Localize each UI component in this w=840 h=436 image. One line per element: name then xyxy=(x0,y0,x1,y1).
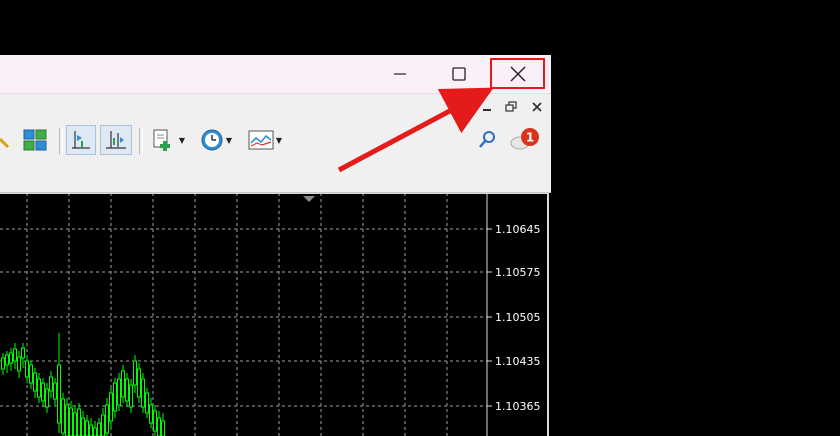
chevron-down-icon: ▼ xyxy=(225,135,233,145)
autoscroll-button[interactable] xyxy=(100,125,132,155)
indicators-button[interactable]: ▼ xyxy=(148,125,188,155)
mdi-minimize-button[interactable] xyxy=(478,98,496,116)
clock-icon xyxy=(201,129,223,151)
window-close-button[interactable] xyxy=(490,58,545,89)
title-bar xyxy=(0,55,551,94)
toolbar: ▼ ▼ ▼ 1 xyxy=(0,122,551,193)
notifications-icon: 1 xyxy=(510,128,539,150)
window-maximize-button[interactable] xyxy=(436,57,482,91)
search-button[interactable] xyxy=(475,125,499,155)
notifications-button[interactable]: 1 xyxy=(508,125,544,155)
window-minimize-button[interactable] xyxy=(377,57,423,91)
mdi-close-button[interactable] xyxy=(528,98,546,116)
autoscroll-icon xyxy=(106,131,126,149)
minimize-icon xyxy=(483,109,491,111)
mdi-controls xyxy=(0,94,551,122)
toolbar-separator xyxy=(139,128,143,154)
close-icon xyxy=(510,66,525,81)
chart-frame xyxy=(0,193,549,436)
search-icon xyxy=(479,131,495,148)
maximize-icon xyxy=(452,67,466,81)
periods-button[interactable]: ▼ xyxy=(196,125,236,155)
terminal-window: ▼ ▼ ▼ 1 1.10645 1.10575 1.10505 1.10435 … xyxy=(0,55,551,436)
toolbar-separator xyxy=(59,128,63,154)
templates-icon xyxy=(248,130,274,150)
close-icon xyxy=(532,102,542,112)
chevron-down-icon: ▼ xyxy=(275,135,283,145)
tile-windows-button[interactable] xyxy=(22,125,48,155)
restore-icon xyxy=(505,101,517,112)
minimize-icon xyxy=(394,73,406,75)
tile-windows-icon xyxy=(23,129,47,151)
notification-count: 1 xyxy=(526,131,534,145)
indicators-icon xyxy=(153,129,170,151)
mdi-restore-button[interactable] xyxy=(502,98,520,116)
chart-shift-icon xyxy=(72,131,90,149)
chevron-down-icon: ▼ xyxy=(178,135,186,145)
templates-button[interactable]: ▼ xyxy=(244,125,286,155)
chart-shift-button[interactable] xyxy=(66,125,96,155)
zoom-out-icon xyxy=(0,137,10,149)
zoom-out-button[interactable] xyxy=(0,125,12,155)
price-chart[interactable]: 1.10645 1.10575 1.10505 1.10435 1.10365 xyxy=(0,193,551,436)
